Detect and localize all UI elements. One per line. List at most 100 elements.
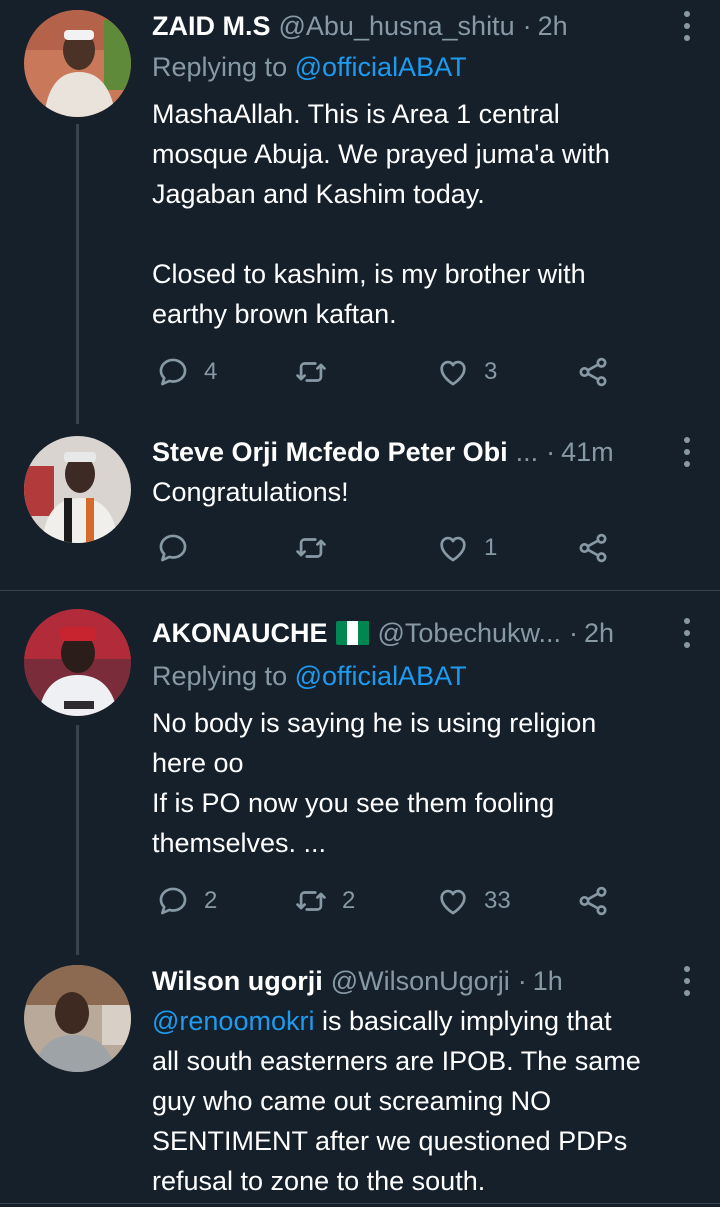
tweet-header: Steve Orji Mcfedo Peter Obi ... · 41m	[152, 430, 680, 474]
display-name[interactable]: Steve Orji Mcfedo Peter Obi	[152, 437, 508, 468]
display-name[interactable]: AKONAUCHE	[152, 618, 328, 649]
separator-dot: ·	[517, 965, 527, 996]
like-button[interactable]: 3	[436, 352, 497, 392]
reply-count: 2	[204, 887, 218, 914]
tweet-text: Congratulations!	[152, 472, 680, 512]
like-count: 1	[484, 534, 498, 561]
text-line: all south easterners are IPOB. The same	[152, 1046, 641, 1076]
tweet[interactable]: AKONAUCHE @Tobechukw... · 2h Replying to…	[0, 591, 720, 955]
separator-dot: ·	[546, 436, 556, 467]
text-line: refusal to zone to the south.	[152, 1166, 486, 1196]
like-button[interactable]: 1	[436, 528, 497, 568]
reply-mention-link[interactable]: @officialABAT	[295, 52, 467, 82]
retweet-count: 2	[342, 887, 356, 914]
avatar-image	[24, 10, 131, 117]
text-line: MashaAllah. This is Area 1 central	[152, 99, 560, 129]
text-line: here oo	[152, 748, 244, 778]
reply-count: 4	[204, 358, 218, 385]
replying-to: Replying to @officialABAT	[152, 52, 467, 83]
reply-icon	[159, 887, 187, 915]
more-options-icon[interactable]	[682, 8, 692, 42]
text-line: SENTIMENT after we questioned PDPs	[152, 1126, 628, 1156]
mention-link[interactable]: @renoomokri	[152, 1006, 314, 1036]
tweet-actions: 4 3	[152, 352, 652, 392]
tweet-actions: 1	[152, 528, 652, 568]
reply-button[interactable]	[156, 528, 204, 568]
avatar-image	[24, 965, 131, 1072]
timestamp[interactable]: 2h	[538, 11, 568, 42]
user-handle[interactable]: ...	[516, 437, 539, 468]
retweet-icon	[296, 538, 326, 558]
nigeria-flag-icon	[335, 621, 370, 645]
retweet-button[interactable]: 2	[294, 881, 355, 921]
separator-dot: ·	[522, 10, 532, 41]
user-handle[interactable]: @WilsonUgorji	[331, 966, 510, 997]
reply-icon	[159, 358, 187, 386]
share-button[interactable]	[576, 352, 610, 392]
tweet[interactable]: ZAID M.S @Abu_husna_shitu · 2h Replying …	[0, 0, 720, 424]
timestamp[interactable]: 41m	[561, 437, 614, 468]
text-fragment: is basically implying that	[314, 1006, 612, 1036]
more-options-icon[interactable]	[682, 963, 692, 997]
display-name[interactable]: ZAID M.S	[152, 11, 271, 42]
tweet-header: AKONAUCHE @Tobechukw... · 2h	[152, 611, 680, 655]
reply-icon	[159, 534, 187, 562]
share-button[interactable]	[576, 881, 610, 921]
text-line: Jagaban and Kashim today.	[152, 179, 485, 209]
replying-to: Replying to @officialABAT	[152, 661, 467, 692]
retweet-icon	[296, 362, 326, 382]
avatar[interactable]	[24, 10, 131, 117]
more-options-icon[interactable]	[682, 434, 692, 468]
reply-mention-link[interactable]: @officialABAT	[295, 661, 467, 691]
avatar-image	[24, 436, 131, 543]
timestamp[interactable]: 1h	[533, 966, 563, 997]
retweet-button[interactable]	[294, 528, 342, 568]
text-line: Closed to kashim, is my brother with	[152, 259, 586, 289]
replying-prefix: Replying to	[152, 52, 288, 82]
tweet-text: @renoomokri is basically implying that a…	[152, 1001, 680, 1201]
share-button[interactable]	[576, 528, 610, 568]
text-line: If is PO now you see them fooling	[152, 788, 555, 818]
tweet[interactable]: Steve Orji Mcfedo Peter Obi ... · 41m Co…	[0, 420, 720, 590]
timestamp[interactable]: 2h	[584, 618, 614, 649]
tweet-header: ZAID M.S @Abu_husna_shitu · 2h	[152, 4, 680, 48]
display-name[interactable]: Wilson ugorji	[152, 966, 323, 997]
separator-dot: ·	[569, 617, 579, 648]
thread-line	[76, 725, 79, 955]
more-options-icon[interactable]	[682, 615, 692, 649]
tweet-actions: 2 2 33	[152, 881, 652, 921]
text-line: earthy brown kaftan.	[152, 299, 397, 329]
text-blank-line	[152, 214, 680, 254]
share-icon	[579, 357, 607, 387]
retweet-button[interactable]	[294, 352, 342, 392]
avatar[interactable]	[24, 609, 131, 716]
tweet-header: Wilson ugorji @WilsonUgorji · 1h	[152, 959, 680, 1003]
tweet-divider	[0, 1203, 720, 1204]
retweet-icon	[296, 891, 326, 911]
avatar-image	[24, 609, 131, 716]
heart-icon	[440, 536, 466, 562]
user-handle[interactable]: @Abu_husna_shitu	[279, 11, 515, 42]
heart-icon	[440, 889, 466, 915]
tweet-text: No body is saying he is using religion h…	[152, 703, 680, 863]
replying-prefix: Replying to	[152, 661, 288, 691]
avatar[interactable]	[24, 965, 131, 1072]
reply-button[interactable]: 4	[156, 352, 217, 392]
tweet-text: MashaAllah. This is Area 1 central mosqu…	[152, 94, 680, 334]
text-line: @renoomokri is basically implying that	[152, 1001, 680, 1041]
like-count: 3	[484, 358, 498, 385]
text-line: Congratulations!	[152, 477, 349, 507]
reply-button[interactable]: 2	[156, 881, 217, 921]
avatar[interactable]	[24, 436, 131, 543]
user-handle[interactable]: @Tobechukw...	[378, 618, 562, 649]
like-count: 33	[484, 887, 511, 914]
thread-line	[76, 124, 79, 424]
text-line: guy who came out screaming NO	[152, 1086, 552, 1116]
heart-icon	[440, 360, 466, 386]
like-button[interactable]: 33	[436, 881, 511, 921]
share-icon	[579, 886, 607, 916]
text-line: No body is saying he is using religion	[152, 708, 597, 738]
text-line: themselves. ...	[152, 828, 327, 858]
tweet[interactable]: Wilson ugorji @WilsonUgorji · 1h @renoom…	[0, 951, 720, 1207]
share-icon	[579, 533, 607, 563]
